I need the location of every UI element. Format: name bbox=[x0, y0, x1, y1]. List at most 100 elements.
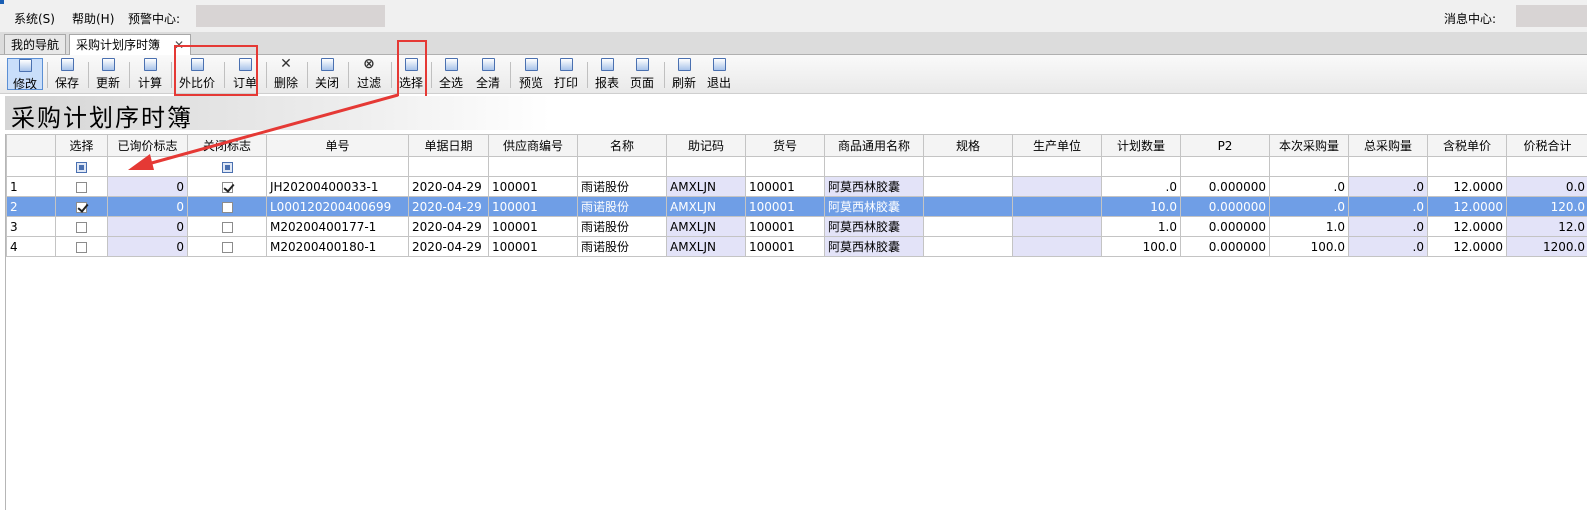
table-cell[interactable]: 1.0 bbox=[1269, 216, 1349, 237]
row-select-checkbox[interactable] bbox=[76, 241, 87, 253]
filter-cell[interactable] bbox=[408, 156, 489, 177]
select-cell[interactable] bbox=[55, 236, 108, 257]
filter-cell[interactable] bbox=[1269, 156, 1349, 177]
edit-button[interactable]: 修改 bbox=[7, 58, 43, 91]
table-cell[interactable]: L000120200400699 bbox=[266, 196, 409, 217]
table-cell[interactable]: 100001 bbox=[745, 176, 825, 197]
column-header[interactable]: P2 bbox=[1180, 134, 1270, 157]
row-number-cell[interactable]: 2 bbox=[6, 196, 56, 217]
row-select-checkbox[interactable] bbox=[76, 201, 87, 213]
table-cell[interactable]: 阿莫西林胶囊 bbox=[824, 236, 924, 257]
message-center-panel[interactable] bbox=[1516, 5, 1587, 27]
select-cell[interactable] bbox=[55, 216, 108, 237]
select-cell[interactable] bbox=[55, 176, 108, 197]
table-cell[interactable]: 100.0 bbox=[1101, 236, 1181, 257]
table-cell[interactable]: 12.0000 bbox=[1427, 236, 1507, 257]
table-cell[interactable]: 0 bbox=[107, 196, 188, 217]
filter-cell[interactable] bbox=[824, 156, 924, 177]
row-number-cell[interactable]: 1 bbox=[6, 176, 56, 197]
table-cell[interactable]: .0 bbox=[1348, 216, 1428, 237]
refresh-button[interactable]: 刷新 bbox=[668, 58, 700, 90]
table-cell[interactable]: AMXLJN bbox=[666, 216, 746, 237]
column-header[interactable]: 关闭标志 bbox=[187, 134, 267, 157]
column-header[interactable]: 供应商编号 bbox=[488, 134, 578, 157]
filter-cell[interactable] bbox=[577, 156, 667, 177]
table-cell[interactable]: 1.0 bbox=[1101, 216, 1181, 237]
exit-button[interactable]: 退出 bbox=[703, 58, 735, 90]
close-doc-button[interactable]: 关闭 bbox=[311, 58, 343, 90]
row-select-checkbox[interactable] bbox=[76, 221, 87, 233]
table-cell[interactable]: 100001 bbox=[745, 196, 825, 217]
column-header[interactable]: 价税合计 bbox=[1506, 134, 1587, 157]
filter-cell[interactable] bbox=[1101, 156, 1181, 177]
table-cell[interactable]: 雨诺股份 bbox=[577, 196, 667, 217]
table-cell[interactable]: JH20200400033-1 bbox=[266, 176, 409, 197]
column-header[interactable]: 生产单位 bbox=[1012, 134, 1102, 157]
table-cell[interactable]: 1200.0 bbox=[1506, 236, 1587, 257]
table-cell[interactable] bbox=[923, 196, 1013, 217]
table-cell[interactable]: 12.0000 bbox=[1427, 216, 1507, 237]
row-number-cell[interactable]: 3 bbox=[6, 216, 56, 237]
alert-center-panel[interactable] bbox=[196, 5, 385, 27]
table-cell[interactable]: 100001 bbox=[488, 176, 578, 197]
closed-cell[interactable] bbox=[187, 176, 267, 197]
column-header[interactable]: 规格 bbox=[923, 134, 1013, 157]
table-cell[interactable]: 12.0000 bbox=[1427, 176, 1507, 197]
table-row[interactable]: 1 0 JH20200400033-1 2020-04-29 100001 雨诺股份 AMX… bbox=[6, 176, 1587, 197]
page-button[interactable]: 页面 bbox=[626, 58, 658, 90]
table-cell[interactable]: 阿莫西林胶囊 bbox=[824, 176, 924, 197]
filter-button[interactable]: ⊗ 过滤 bbox=[353, 57, 385, 90]
filter-cell[interactable] bbox=[266, 156, 409, 177]
table-cell[interactable]: 0.0 bbox=[1506, 176, 1587, 197]
table-cell[interactable]: M20200400180-1 bbox=[266, 236, 409, 257]
table-cell[interactable]: AMXLJN bbox=[666, 236, 746, 257]
column-header[interactable]: 含税单价 bbox=[1427, 134, 1507, 157]
table-cell[interactable] bbox=[1012, 196, 1102, 217]
column-header[interactable]: 助记码 bbox=[666, 134, 746, 157]
table-cell[interactable]: 100001 bbox=[488, 216, 578, 237]
table-cell[interactable]: .0 bbox=[1348, 176, 1428, 197]
table-cell[interactable]: 阿莫西林胶囊 bbox=[824, 196, 924, 217]
table-cell[interactable]: 12.0 bbox=[1506, 216, 1587, 237]
table-row[interactable]: 2 0 L000120200400699 2020-04-29 100001 雨诺股份 AM… bbox=[6, 196, 1587, 217]
table-cell[interactable]: 2020-04-29 bbox=[408, 176, 489, 197]
table-cell[interactable] bbox=[923, 236, 1013, 257]
closed-flag-checkbox[interactable] bbox=[221, 181, 233, 193]
filter-cell[interactable] bbox=[1012, 156, 1102, 177]
table-cell[interactable]: 100001 bbox=[745, 216, 825, 237]
row-number-cell[interactable]: 4 bbox=[6, 236, 56, 257]
filter-cell[interactable] bbox=[488, 156, 578, 177]
calculate-button[interactable]: 计算 bbox=[134, 58, 166, 90]
filter-cell[interactable] bbox=[187, 156, 267, 177]
table-cell[interactable]: 0.000000 bbox=[1180, 196, 1270, 217]
table-row[interactable]: 4 0 M20200400180-1 2020-04-29 100001 雨诺股份 AMXL… bbox=[6, 236, 1587, 257]
row-select-checkbox[interactable] bbox=[76, 181, 87, 193]
filter-cell[interactable] bbox=[745, 156, 825, 177]
table-row[interactable]: 3 0 M20200400177-1 2020-04-29 100001 雨诺股份 AMXL… bbox=[6, 216, 1587, 237]
column-header[interactable]: 总采购量 bbox=[1348, 134, 1428, 157]
table-cell[interactable]: 0.000000 bbox=[1180, 176, 1270, 197]
column-header[interactable]: 单据日期 bbox=[408, 134, 489, 157]
filter-cell[interactable] bbox=[666, 156, 746, 177]
table-cell[interactable] bbox=[1012, 216, 1102, 237]
tab-my-navigation[interactable]: 我的导航 bbox=[4, 34, 67, 54]
filter-cell[interactable] bbox=[1506, 156, 1587, 177]
closed-cell[interactable] bbox=[187, 216, 267, 237]
table-cell[interactable]: 0 bbox=[107, 176, 188, 197]
filter-cell[interactable] bbox=[1427, 156, 1507, 177]
update-button[interactable]: 更新 bbox=[92, 58, 124, 90]
column-header[interactable]: 商品通用名称 bbox=[824, 134, 924, 157]
filter-cell[interactable] bbox=[923, 156, 1013, 177]
save-button[interactable]: 保存 bbox=[51, 58, 83, 90]
table-cell[interactable]: 10.0 bbox=[1101, 196, 1181, 217]
column-header[interactable]: 货号 bbox=[745, 134, 825, 157]
table-cell[interactable] bbox=[1012, 236, 1102, 257]
column-header[interactable]: 已询价标志 bbox=[107, 134, 188, 157]
table-cell[interactable]: AMXLJN bbox=[666, 176, 746, 197]
table-cell[interactable]: 100001 bbox=[488, 236, 578, 257]
table-cell[interactable]: 雨诺股份 bbox=[577, 236, 667, 257]
print-button[interactable]: 打印 bbox=[550, 58, 582, 90]
column-header[interactable]: 选择 bbox=[55, 134, 108, 157]
delete-button[interactable]: ✕ 删除 bbox=[270, 57, 302, 90]
column-header[interactable]: 单号 bbox=[266, 134, 409, 157]
